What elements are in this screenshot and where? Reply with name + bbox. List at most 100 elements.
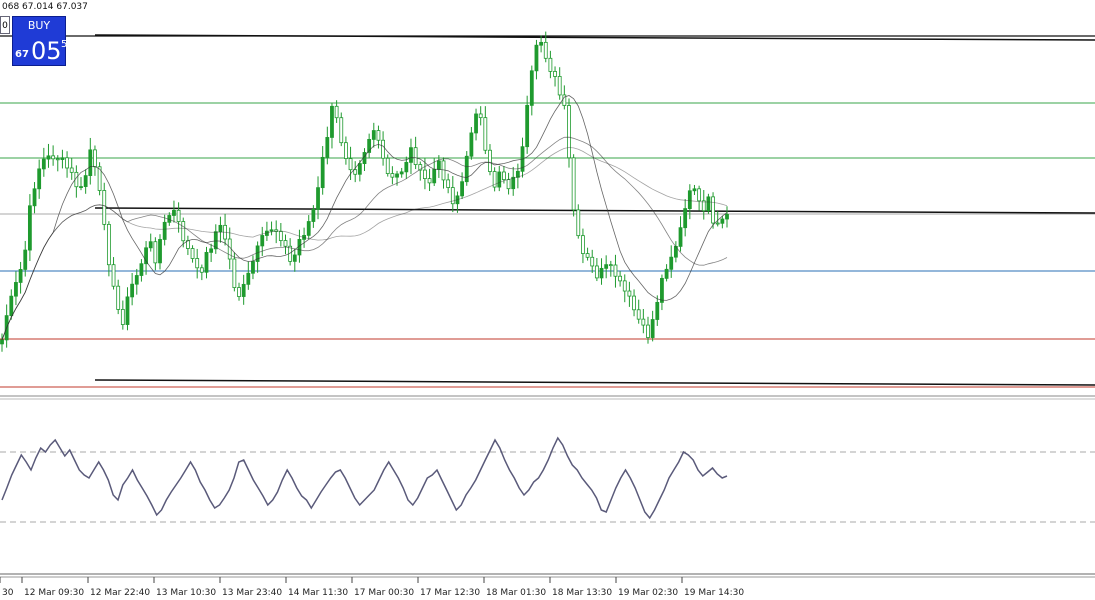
candle <box>246 261 251 290</box>
candle <box>223 213 227 246</box>
candle <box>306 215 311 240</box>
candle-body <box>409 147 413 163</box>
candle-body <box>697 188 702 202</box>
candle <box>325 126 330 165</box>
candle-body <box>79 186 83 188</box>
candle <box>274 220 279 244</box>
candle-body <box>376 130 381 141</box>
candle-body <box>162 221 167 240</box>
candle <box>60 149 65 169</box>
candle <box>511 166 516 196</box>
candle-body <box>120 309 125 325</box>
candle-body <box>344 142 348 159</box>
rsi-panel <box>0 436 1095 523</box>
candle-body <box>232 258 237 288</box>
candle-body <box>413 147 418 165</box>
candle-body <box>650 319 655 338</box>
candle <box>571 154 576 217</box>
price-chart[interactable]: 30 12 Mar 09:30 12 Mar 22:40 13 Mar 10:30 13… <box>0 0 1095 600</box>
candle-body <box>41 158 46 170</box>
candle <box>139 259 144 282</box>
candle <box>636 299 641 324</box>
candle-body <box>385 157 390 174</box>
candle-body <box>632 295 636 311</box>
candle <box>515 163 520 189</box>
candle <box>669 245 674 278</box>
trend-lines <box>94 34 1095 386</box>
candle <box>283 234 288 255</box>
trend-line-1 <box>94 207 1095 214</box>
candle <box>148 233 153 252</box>
candle-body <box>720 218 725 224</box>
candle <box>492 167 497 192</box>
candle-body <box>130 283 135 298</box>
candle-body <box>357 163 362 175</box>
candle-body <box>711 196 715 224</box>
candle <box>204 246 209 279</box>
candle <box>446 173 451 194</box>
candle-body <box>172 209 176 216</box>
candle <box>567 98 571 168</box>
candle-body <box>330 105 334 138</box>
x-tick-label: 13 Mar 10:30 <box>156 588 216 598</box>
candle <box>548 50 553 79</box>
candle <box>678 216 683 252</box>
candle-body <box>381 139 385 159</box>
candle <box>418 161 423 181</box>
candle-body <box>399 171 404 175</box>
candle <box>529 65 534 116</box>
candle <box>381 131 385 166</box>
x-tick-label: 17 Mar 12:30 <box>420 588 480 598</box>
candle <box>320 146 325 195</box>
candle-body <box>195 258 200 269</box>
candle <box>399 167 404 178</box>
candle-body <box>543 41 548 59</box>
candle <box>74 165 79 198</box>
candle-body <box>0 339 4 345</box>
candle <box>478 106 483 126</box>
candle <box>339 112 344 147</box>
candle <box>153 237 158 271</box>
candle-body <box>660 277 664 303</box>
candle-body <box>311 208 316 222</box>
candle-body <box>246 272 251 285</box>
buy-button[interactable]: BUY 67 05 5 <box>12 16 67 66</box>
candle-body <box>585 253 590 258</box>
candle <box>497 166 502 192</box>
candle-body <box>502 171 506 181</box>
candle-body <box>83 175 88 187</box>
candle-body <box>529 70 534 106</box>
candle-body <box>148 241 153 249</box>
candle <box>158 234 162 270</box>
candle-body <box>525 104 530 148</box>
candle-body <box>306 221 311 236</box>
moving-averages <box>1 95 728 341</box>
candle <box>409 138 413 175</box>
candle-body <box>683 208 688 229</box>
candle <box>450 176 455 213</box>
candle <box>539 35 544 53</box>
candle-body <box>46 155 51 160</box>
candle <box>251 255 255 280</box>
lot-size-field[interactable]: 0 <box>0 16 10 34</box>
candle-body <box>725 213 729 220</box>
candle <box>720 215 725 229</box>
x-tick-label: 14 Mar 11:30 <box>288 588 348 598</box>
candle <box>265 221 269 241</box>
candle-body <box>65 157 69 169</box>
candle <box>255 241 260 273</box>
candle-body <box>511 176 516 190</box>
candle-body <box>590 256 595 267</box>
candle <box>660 274 664 311</box>
candle <box>362 148 367 171</box>
candle <box>14 271 18 306</box>
candle-body <box>404 161 409 173</box>
rsi-line <box>1 436 728 520</box>
candle <box>692 184 697 195</box>
candle <box>627 281 632 307</box>
candle <box>576 204 581 239</box>
candle-body <box>497 171 502 188</box>
candle <box>608 260 613 277</box>
candle-body <box>32 188 37 207</box>
x-tick-label: 30 <box>2 588 14 598</box>
